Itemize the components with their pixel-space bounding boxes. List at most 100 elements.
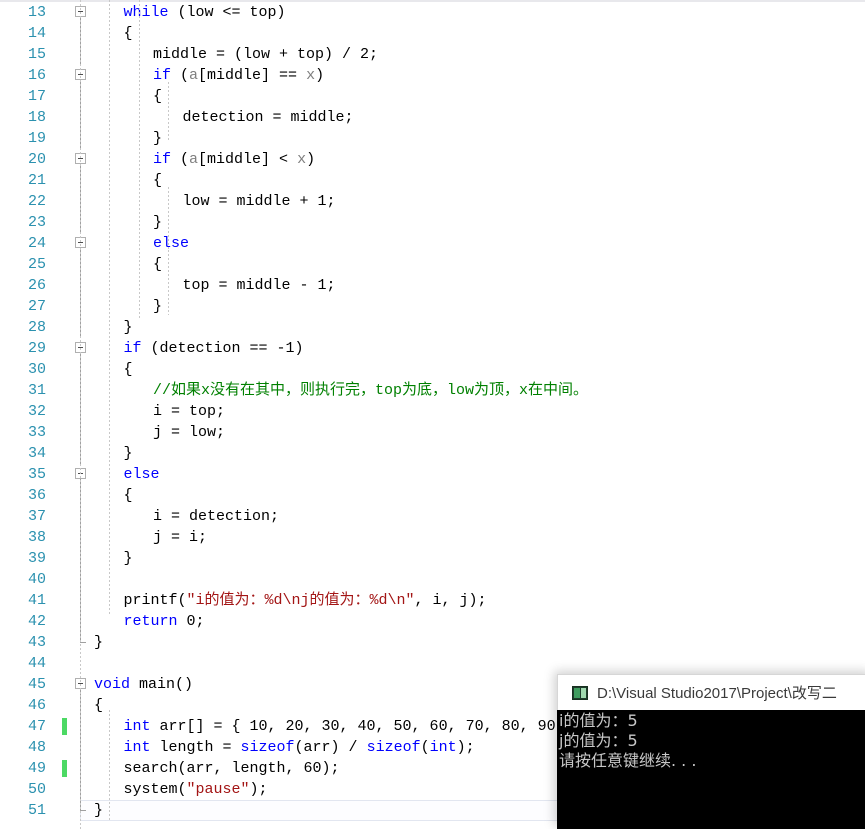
code-line[interactable]: 41 printf("i的值为：%d\nj的值为：%d\n", i, j); [0, 590, 865, 611]
code-text[interactable]: printf("i的值为：%d\nj的值为：%d\n", i, j); [124, 590, 487, 611]
fold-column[interactable] [72, 800, 90, 821]
code-line[interactable]: 19} [0, 128, 865, 149]
fold-column[interactable] [72, 485, 90, 506]
fold-column[interactable] [72, 716, 90, 737]
fold-column[interactable] [72, 443, 90, 464]
fold-column[interactable] [72, 653, 90, 674]
code-line[interactable]: 24 else [0, 233, 865, 254]
code-text[interactable]: system("pause"); [124, 779, 268, 800]
code-text[interactable]: } [124, 317, 133, 338]
fold-column[interactable] [72, 191, 90, 212]
fold-column[interactable] [72, 254, 90, 275]
code-text[interactable]: i = detection; [153, 506, 279, 527]
fold-column[interactable] [72, 23, 90, 44]
fold-column[interactable] [72, 212, 90, 233]
code-text[interactable]: } [124, 443, 133, 464]
fold-column[interactable] [72, 380, 90, 401]
fold-column[interactable] [72, 422, 90, 443]
code-text[interactable]: detection = middle; [183, 107, 354, 128]
code-line[interactable]: 23} [0, 212, 865, 233]
fold-column[interactable] [72, 548, 90, 569]
fold-column[interactable] [72, 128, 90, 149]
code-text[interactable]: return 0; [124, 611, 205, 632]
code-line[interactable]: 17 { [0, 86, 865, 107]
code-line[interactable]: 28} [0, 317, 865, 338]
code-text[interactable]: while (low <= top) [124, 2, 286, 23]
fold-column[interactable] [72, 338, 90, 359]
fold-column[interactable] [72, 632, 90, 653]
fold-column[interactable] [72, 86, 90, 107]
code-line[interactable]: 31 //如果x没有在其中，则执行完，top为底，low为顶，x在中间。 [0, 380, 865, 401]
code-line[interactable]: 36 { [0, 485, 865, 506]
fold-column[interactable] [72, 275, 90, 296]
code-text[interactable]: } [153, 128, 162, 149]
code-line[interactable]: 18 detection = middle; [0, 107, 865, 128]
code-text[interactable]: { [153, 170, 162, 191]
code-text[interactable]: middle = (low + top) / 2; [153, 44, 378, 65]
code-text[interactable]: } [124, 548, 133, 569]
code-line[interactable]: 37 i = detection; [0, 506, 865, 527]
fold-column[interactable] [72, 527, 90, 548]
collapse-minus-icon[interactable] [75, 237, 86, 248]
code-text[interactable]: } [153, 296, 162, 317]
fold-column[interactable] [72, 296, 90, 317]
console-title-bar[interactable]: D:\Visual Studio2017\Project\改写二 [557, 674, 865, 710]
code-line[interactable]: 32 i = top; [0, 401, 865, 422]
code-line[interactable]: 35 else [0, 464, 865, 485]
code-line[interactable]: 40 [0, 569, 865, 590]
code-text[interactable]: } [153, 212, 162, 233]
code-line[interactable]: 14 { [0, 23, 865, 44]
code-text[interactable]: int length = sizeof(arr) / sizeof(int); [124, 737, 475, 758]
fold-column[interactable] [72, 737, 90, 758]
fold-column[interactable] [72, 674, 90, 695]
fold-column[interactable] [72, 107, 90, 128]
fold-column[interactable] [72, 506, 90, 527]
code-text[interactable]: j = i; [153, 527, 207, 548]
code-text[interactable]: i = top; [153, 401, 225, 422]
code-line[interactable]: 20 if (a[middle] < x) [0, 149, 865, 170]
fold-column[interactable] [72, 779, 90, 800]
code-line[interactable]: 22 low = middle + 1; [0, 191, 865, 212]
code-line[interactable]: 34} [0, 443, 865, 464]
fold-column[interactable] [72, 170, 90, 191]
fold-column[interactable] [72, 758, 90, 779]
code-line[interactable]: 38 j = i; [0, 527, 865, 548]
code-line[interactable]: 30 { [0, 359, 865, 380]
collapse-minus-icon[interactable] [75, 342, 86, 353]
code-text[interactable]: { [124, 485, 133, 506]
code-text[interactable]: { [153, 254, 162, 275]
code-line[interactable]: 25 { [0, 254, 865, 275]
collapse-minus-icon[interactable] [75, 153, 86, 164]
console-window[interactable]: D:\Visual Studio2017\Project\改写二 i的值为：5 j… [557, 674, 865, 829]
code-text[interactable]: low = middle + 1; [183, 191, 336, 212]
fold-column[interactable] [72, 464, 90, 485]
code-text[interactable]: { [94, 695, 103, 716]
code-line[interactable]: 21 { [0, 170, 865, 191]
code-line[interactable]: 29 if (detection == -1) [0, 338, 865, 359]
code-line[interactable]: 13 while (low <= top) [0, 2, 865, 23]
code-text[interactable]: //如果x没有在其中，则执行完，top为底，low为顶，x在中间。 [153, 380, 588, 401]
code-line[interactable]: 39} [0, 548, 865, 569]
collapse-minus-icon[interactable] [75, 468, 86, 479]
code-line[interactable]: 27} [0, 296, 865, 317]
code-line[interactable]: 43} [0, 632, 865, 653]
fold-column[interactable] [72, 359, 90, 380]
code-line[interactable]: 44 [0, 653, 865, 674]
fold-column[interactable] [72, 401, 90, 422]
code-text[interactable]: { [153, 86, 162, 107]
fold-column[interactable] [72, 695, 90, 716]
code-text[interactable]: top = middle - 1; [183, 275, 336, 296]
collapse-minus-icon[interactable] [75, 678, 86, 689]
fold-column[interactable] [72, 317, 90, 338]
code-text[interactable]: { [124, 23, 133, 44]
fold-column[interactable] [72, 149, 90, 170]
code-text[interactable]: search(arr, length, 60); [124, 758, 340, 779]
collapse-minus-icon[interactable] [75, 69, 86, 80]
fold-column[interactable] [72, 44, 90, 65]
code-text[interactable]: } [94, 800, 103, 821]
code-text[interactable]: { [124, 359, 133, 380]
fold-column[interactable] [72, 569, 90, 590]
code-line[interactable]: 33 j = low; [0, 422, 865, 443]
code-text[interactable]: else [124, 464, 160, 485]
fold-column[interactable] [72, 65, 90, 86]
